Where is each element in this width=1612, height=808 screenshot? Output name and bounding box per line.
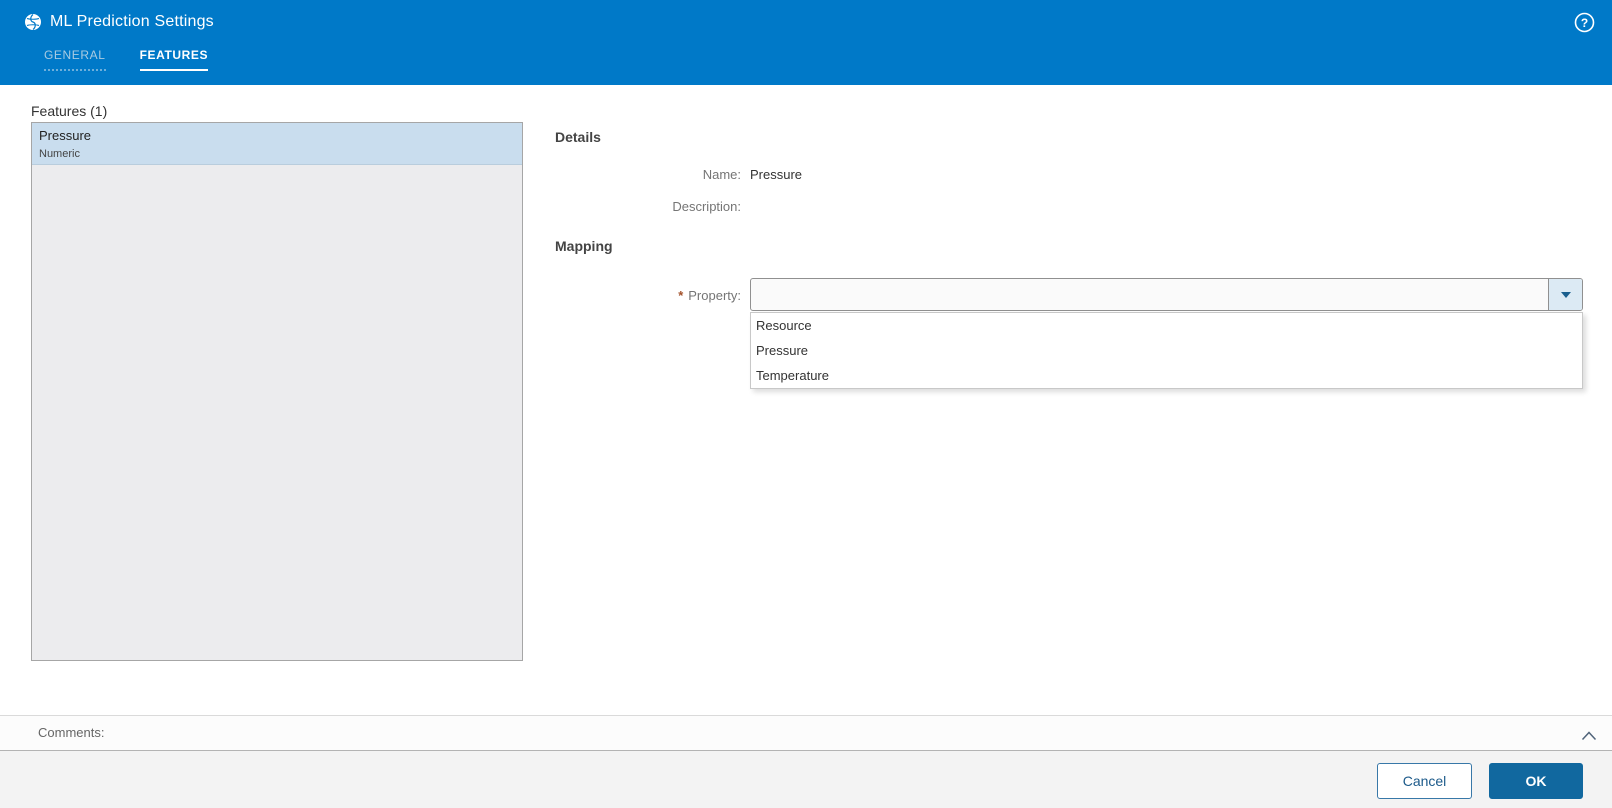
property-label-text: Property: — [688, 288, 741, 303]
description-label: Description: — [672, 199, 741, 214]
required-asterisk: * — [678, 288, 684, 303]
property-combobox[interactable] — [750, 278, 1583, 311]
features-list[interactable]: Pressure Numeric — [31, 122, 523, 661]
property-row: * Property: — [555, 288, 741, 303]
comments-bar: Comments: — [0, 715, 1612, 750]
tab-general[interactable]: GENERAL — [44, 48, 106, 71]
name-row: Name: Pressure — [555, 167, 802, 182]
name-label: Name: — [702, 167, 741, 182]
dropdown-option-pressure[interactable]: Pressure — [751, 338, 1582, 363]
title-row: ML Prediction Settings — [24, 13, 214, 31]
chevron-down-icon — [1560, 291, 1571, 298]
help-circle-icon[interactable]: ? — [1574, 12, 1595, 33]
feature-name: Pressure — [39, 128, 92, 143]
brain-icon — [24, 13, 42, 31]
name-value: Pressure — [750, 167, 803, 182]
mapping-heading: Mapping — [555, 238, 613, 254]
chevron-up-icon[interactable] — [1581, 728, 1597, 746]
footer-bar: Cancel OK — [0, 750, 1612, 808]
tab-bar: GENERAL FEATURES — [44, 48, 242, 71]
comments-label: Comments: — [38, 725, 105, 740]
ml-prediction-settings-dialog: ML Prediction Settings ? GENERAL FEATURE… — [0, 0, 1612, 808]
dialog-title: ML Prediction Settings — [50, 13, 214, 30]
property-dropdown-button[interactable] — [1548, 279, 1582, 310]
tab-features[interactable]: FEATURES — [139, 48, 209, 71]
dropdown-option-resource[interactable]: Resource — [751, 313, 1582, 338]
help-glyph: ? — [1581, 16, 1588, 30]
property-label: * Property: — [555, 288, 741, 303]
ok-button[interactable]: OK — [1489, 763, 1583, 799]
dialog-header: ML Prediction Settings ? GENERAL FEATURE… — [0, 0, 1612, 85]
feature-list-item[interactable]: Pressure Numeric — [32, 123, 522, 165]
feature-type: Numeric — [39, 148, 80, 160]
cancel-button[interactable]: Cancel — [1377, 763, 1472, 799]
description-row: Description: — [555, 199, 750, 214]
dropdown-option-temperature[interactable]: Temperature — [751, 363, 1582, 388]
property-dropdown-list: Resource Pressure Temperature — [750, 312, 1583, 389]
details-heading: Details — [555, 129, 601, 145]
features-list-title: Features (1) — [31, 103, 108, 119]
